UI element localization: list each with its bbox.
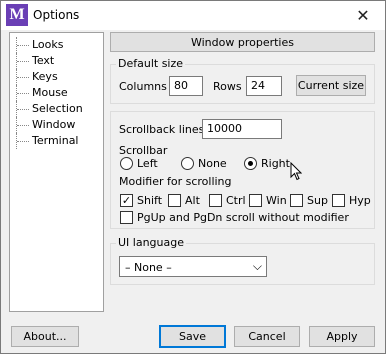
pgup-pgdn-checkbox[interactable] [120,211,133,224]
scrollbar-none-label: None [198,157,227,170]
save-button[interactable]: Save [159,325,226,348]
scrollback-label: Scrollback lines [119,123,205,136]
win-checkbox[interactable] [249,194,262,207]
window-title: Options [33,8,80,22]
tree-item-label: Selection [32,102,83,115]
shift-label: Shift [137,194,163,207]
about-button[interactable]: About... [11,326,79,347]
tree-item-label: Text [32,54,55,67]
scrollbar-right-radio[interactable] [244,157,257,170]
category-tree[interactable]: Looks Text Keys Mouse Selection Window T… [9,32,104,312]
ctrl-label: Ctrl [226,194,246,207]
ui-language-select[interactable]: – None – ⌵ [119,256,267,277]
columns-label: Columns [119,80,167,93]
tree-item-label: Window [32,118,76,131]
tree-branch-icon [16,53,30,69]
alt-label: Alt [185,194,200,207]
scrollbar-right-label: Right [261,157,290,170]
win-label: Win [266,194,287,207]
rows-field[interactable]: 24 [246,76,282,96]
app-icon: M [6,4,28,26]
rows-label: Rows [213,80,242,93]
chevron-down-icon: ⌵ [252,259,262,273]
tree-item-label: Looks [32,38,64,51]
tree-branch-icon [16,85,30,101]
ui-language-value: – None – [125,261,172,274]
title-bar[interactable]: M Options ✕ [1,1,385,30]
window-properties-button[interactable]: Window properties [110,32,375,52]
tree-branch-icon [16,133,30,149]
current-size-button[interactable]: Current size [296,75,366,96]
tree-branch-icon [16,101,30,117]
sup-checkbox[interactable] [290,194,303,207]
close-icon[interactable]: ✕ [341,1,385,30]
scrollbar-label: Scrollbar [119,144,168,157]
tree-branch-icon [16,117,30,133]
sup-label: Sup [307,194,328,207]
ctrl-checkbox[interactable] [209,194,222,207]
default-size-title: Default size [116,57,186,70]
checkmark-icon: ✓ [121,194,132,207]
shift-checkbox[interactable]: ✓ [120,194,133,207]
alt-checkbox[interactable] [168,194,181,207]
tree-branch-icon [16,37,30,53]
tree-item-label: Mouse [32,86,68,99]
mouse-cursor-icon [290,162,302,181]
scrollbar-none-radio[interactable] [181,157,194,170]
scrollback-field[interactable]: 10000 [202,119,282,139]
ui-language-title: UI language [116,236,187,249]
apply-button[interactable]: Apply [309,326,375,347]
options-window: M Options ✕ Looks Text Keys Mouse Select… [0,0,386,354]
scrollbar-left-radio[interactable] [120,157,133,170]
modifier-label: Modifier for scrolling [119,175,232,188]
tree-branch-icon [16,69,30,85]
scrollbar-left-label: Left [137,157,158,170]
cancel-button[interactable]: Cancel [234,326,300,347]
tree-item-label: Keys [32,70,58,83]
tree-item-label: Terminal [32,134,79,147]
pgup-pgdn-label: PgUp and PgDn scroll without modifier [137,211,349,224]
hyp-label: Hyp [349,194,371,207]
hyp-checkbox[interactable] [332,194,345,207]
columns-field[interactable]: 80 [169,76,203,96]
